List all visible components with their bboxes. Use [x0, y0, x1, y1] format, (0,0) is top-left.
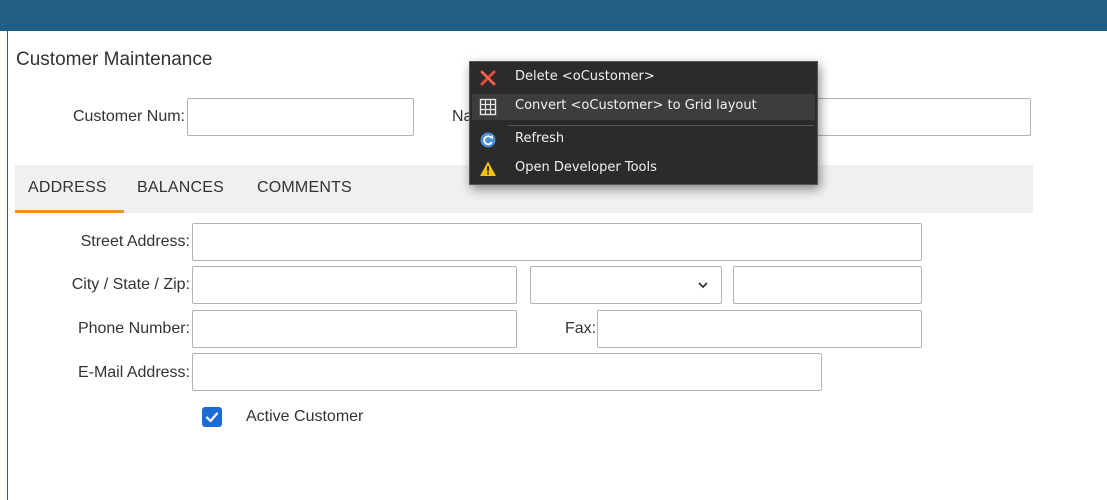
chevron-down-icon: [698, 282, 708, 289]
state-select[interactable]: [530, 266, 722, 304]
page-title: Customer Maintenance: [16, 49, 213, 70]
phone-number-input[interactable]: [192, 310, 517, 348]
menu-item-convert-grid[interactable]: Convert <oCustomer> to Grid layout: [472, 94, 815, 120]
email-address-input[interactable]: [192, 353, 822, 391]
delete-x-icon: [480, 70, 496, 86]
tab-address[interactable]: ADDRESS: [28, 179, 107, 197]
street-address-label: Street Address:: [80, 233, 190, 250]
zip-input[interactable]: [733, 266, 922, 304]
warning-icon: [480, 161, 496, 176]
menu-item-label: Convert <oCustomer> to Grid layout: [515, 98, 757, 113]
active-customer-label: Active Customer: [246, 408, 364, 425]
left-border: [7, 31, 8, 500]
city-input[interactable]: [192, 266, 517, 304]
tab-comments[interactable]: COMMENTS: [257, 179, 352, 197]
menu-item-developer-tools[interactable]: Open Developer Tools: [472, 156, 815, 182]
name-input[interactable]: [800, 98, 1031, 136]
customer-num-label: Customer Num:: [72, 108, 185, 125]
active-tab-indicator: [15, 210, 124, 213]
fax-label: Fax:: [565, 320, 597, 337]
email-address-label: E-Mail Address:: [77, 364, 190, 381]
grid-icon: [479, 98, 497, 116]
menu-item-label: Refresh: [515, 131, 565, 146]
menu-item-label: Delete <oCustomer>: [515, 69, 655, 84]
phone-number-label: Phone Number:: [77, 320, 190, 337]
refresh-icon: [480, 132, 496, 148]
menu-item-delete[interactable]: Delete <oCustomer>: [472, 65, 815, 91]
menu-item-refresh[interactable]: Refresh: [472, 127, 815, 153]
fax-input[interactable]: [597, 310, 922, 348]
street-address-input[interactable]: [192, 223, 922, 261]
tab-balances[interactable]: BALANCES: [137, 179, 224, 197]
menu-separator: [508, 125, 814, 126]
menu-item-label: Open Developer Tools: [515, 160, 657, 175]
active-customer-checkbox[interactable]: [202, 407, 222, 427]
city-state-zip-label: City / State / Zip:: [71, 276, 190, 293]
checkmark-icon: [205, 412, 219, 423]
context-menu: Delete <oCustomer> Convert <oCustomer> t…: [469, 61, 818, 185]
app-top-bar: [0, 0, 1107, 31]
customer-num-input[interactable]: [187, 98, 414, 136]
